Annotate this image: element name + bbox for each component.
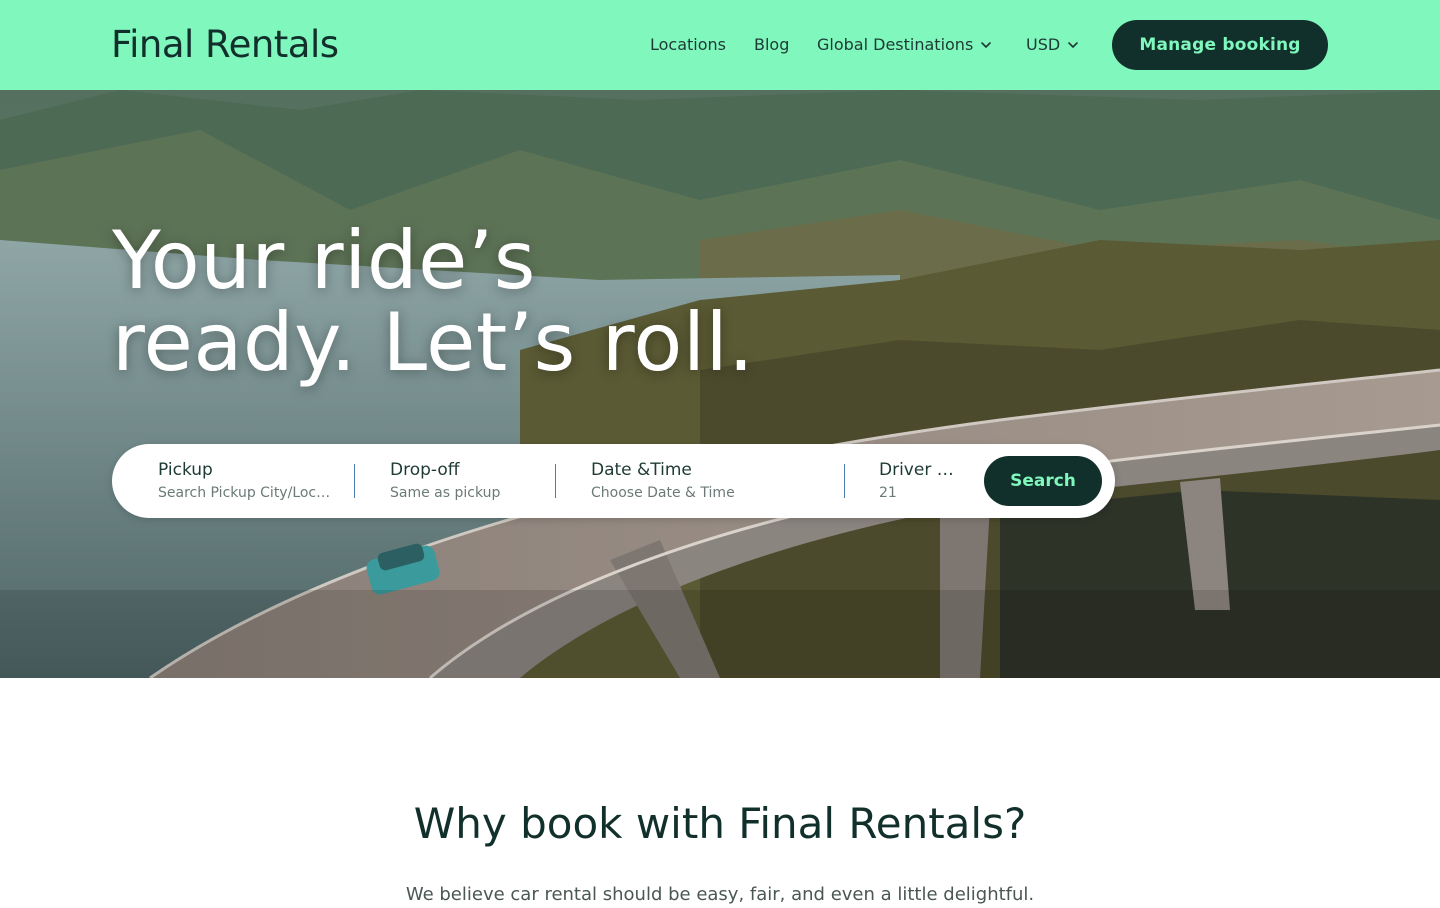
divider <box>354 464 355 498</box>
pickup-label: Pickup <box>158 460 213 480</box>
hero-section: Your ride’s ready. Let’s roll. Pickup Se… <box>0 90 1440 678</box>
site-header: Final Rentals Locations Blog Global Dest… <box>0 0 1440 90</box>
nav-locations[interactable]: Locations <box>650 33 726 57</box>
why-section-subtitle: We believe car rental should be easy, fa… <box>405 884 1035 905</box>
search-bar: Pickup Search Pickup City/Location Drop-… <box>112 444 1115 518</box>
chevron-down-icon <box>1068 42 1078 48</box>
dropoff-input[interactable]: Same as pickup <box>390 483 540 503</box>
currency-selector[interactable]: USD <box>1026 33 1081 57</box>
nav-global-destinations-label: Global Destinations <box>817 35 974 54</box>
chevron-down-icon <box>981 42 992 48</box>
datetime-field[interactable]: Date &Time Choose Date & Time <box>591 458 811 506</box>
dropoff-field[interactable]: Drop-off Same as pickup <box>390 458 540 506</box>
hero-title-line1: Your ride’s <box>112 214 536 307</box>
divider <box>844 464 845 498</box>
pickup-input[interactable]: Search Pickup City/Location <box>158 483 338 503</box>
search-button[interactable]: Search <box>984 456 1102 506</box>
divider <box>555 464 556 498</box>
pickup-field[interactable]: Pickup Search Pickup City/Location <box>158 458 338 506</box>
manage-booking-button[interactable]: Manage booking <box>1112 20 1328 70</box>
currency-label: USD <box>1026 35 1061 54</box>
datetime-label: Date &Time <box>591 460 692 480</box>
driver-age-input[interactable]: 21 <box>879 483 959 503</box>
hero-title-line2: ready. Let’s roll. <box>112 296 755 389</box>
logo[interactable]: Final Rentals <box>111 24 339 66</box>
hero-title: Your ride’s ready. Let’s roll. <box>112 220 912 384</box>
nav-global-destinations[interactable]: Global Destinations <box>817 33 994 57</box>
driver-age-field[interactable]: Driver age 21 <box>879 458 959 506</box>
dropoff-label: Drop-off <box>390 460 460 480</box>
driver-age-label: Driver age <box>879 460 959 480</box>
nav-blog[interactable]: Blog <box>754 33 789 57</box>
datetime-input[interactable]: Choose Date & Time <box>591 483 811 503</box>
why-section-title: Why book with Final Rentals? <box>413 799 1027 848</box>
